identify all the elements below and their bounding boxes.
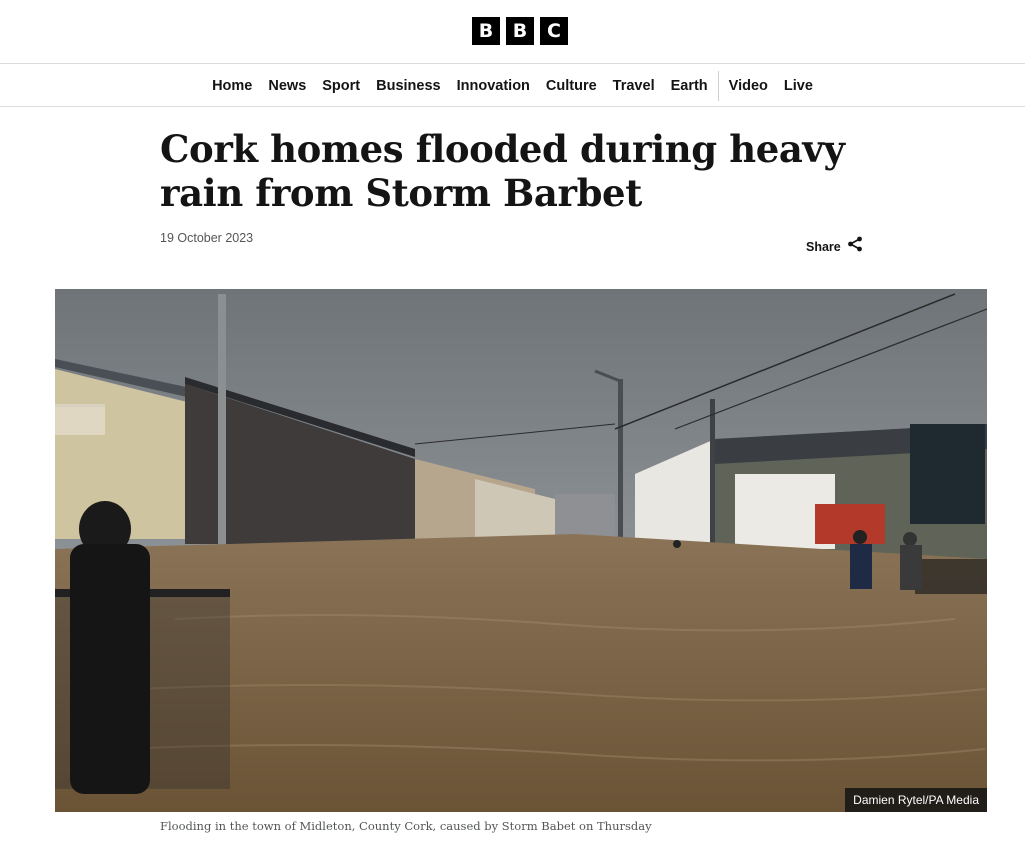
article-photo: Damien Rytel/PA Media [55,289,987,812]
nav-item-innovation[interactable]: Innovation [449,71,538,101]
logo-letter-c: C [540,17,568,45]
nav-divider [717,70,719,101]
masthead: B B C [0,0,1025,64]
nav-item-news[interactable]: News [260,71,314,101]
logo-letter-b1: B [472,17,500,45]
photo-caption: Flooding in the town of Midleton, County… [160,819,652,833]
logo-letter-b2: B [506,17,534,45]
main-nav: Home News Sport Business Innovation Cult… [0,65,1025,107]
nav-item-video[interactable]: Video [721,71,776,101]
flooded-street-illustration [55,289,987,812]
bbc-logo[interactable]: B B C [472,17,568,45]
share-icon [847,236,863,257]
nav-item-culture[interactable]: Culture [538,71,605,101]
nav-item-sport[interactable]: Sport [314,71,368,101]
article-date: 19 October 2023 [160,231,254,245]
share-button[interactable]: Share [806,236,863,257]
article-headline: Cork homes flooded during heavy rain fro… [160,127,845,215]
share-label: Share [806,239,841,254]
photo-credit: Damien Rytel/PA Media [845,788,987,812]
nav-item-earth[interactable]: Earth [663,71,716,101]
nav-item-live[interactable]: Live [776,71,821,101]
nav-item-travel[interactable]: Travel [605,71,663,101]
nav-item-home[interactable]: Home [204,71,260,101]
nav-item-business[interactable]: Business [368,71,448,101]
